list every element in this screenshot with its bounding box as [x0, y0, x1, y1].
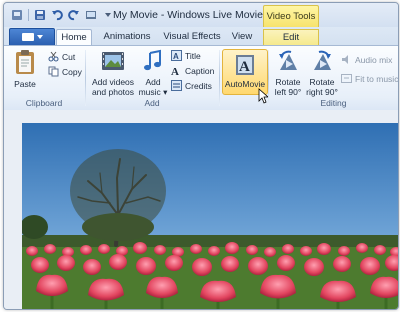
tulip-field-tree-photo [22, 123, 398, 309]
credits-icon [171, 80, 182, 91]
rotate-right-icon [314, 50, 331, 70]
add-group-label: Add [144, 98, 160, 108]
tab-view[interactable]: View [228, 29, 256, 45]
add-music-button[interactable]: Add music ▾ [138, 49, 168, 97]
editing-group-label: Editing [320, 98, 347, 108]
rotate-left-label-line1: Rotate [275, 77, 301, 87]
rotate-left-icon [279, 50, 297, 70]
tab-visual-effects[interactable]: Visual Effects [162, 29, 222, 45]
chevron-down-icon [36, 35, 43, 39]
fit-to-music-icon [341, 74, 352, 83]
cut-button[interactable]: Cut [48, 51, 75, 62]
film-photo-icon [102, 52, 124, 70]
add-music-label-line1: Add [145, 77, 161, 87]
fit-to-music-label: Fit to music [355, 73, 399, 84]
group-separator [219, 50, 220, 106]
copy-icon [48, 66, 59, 77]
audio-mix-button[interactable]: Audio mix [341, 54, 392, 65]
caption-icon: A [171, 66, 179, 76]
credits-label: Credits [185, 80, 212, 91]
add-music-label-line2: music ▾ [138, 87, 168, 97]
rotate-right-button[interactable]: Rotate right 90° [305, 49, 339, 97]
tab-home[interactable]: Home [56, 29, 92, 46]
file-menu-icon [21, 33, 34, 41]
svg-text:A: A [171, 66, 179, 76]
editing-group: Rotate left 90° Rotate right 90° Audio m… [269, 46, 398, 110]
file-menu-button[interactable] [9, 28, 55, 46]
paste-button[interactable]: Paste [10, 49, 40, 89]
clipboard-group: Paste Cut Copy Clipboard [4, 46, 84, 110]
svg-text:A: A [173, 52, 179, 61]
movie-maker-window: My Movie - Windows Live Movie Maker Vide… [3, 2, 399, 310]
music-note-icon [144, 49, 161, 71]
quick-access-toolbar [10, 8, 115, 22]
video-tools-context-title: Video Tools [263, 5, 319, 28]
rotate-right-label-line1: Rotate [309, 77, 335, 87]
title-button[interactable]: A Title [171, 50, 201, 61]
svg-text:A: A [239, 59, 250, 75]
add-videos-photos-button[interactable]: Add videos and photos [89, 49, 137, 97]
paste-icon [16, 50, 34, 74]
cut-label: Cut [62, 51, 76, 62]
credits-button[interactable]: Credits [171, 80, 212, 91]
ribbon: Paste Cut Copy Clipboard Add videos and … [4, 45, 398, 111]
tab-edit[interactable]: Edit [263, 29, 319, 46]
rotate-left-label-line2: left 90° [274, 87, 302, 97]
fit-to-music-button[interactable]: Fit to music [341, 73, 398, 84]
audio-mix-icon [342, 55, 348, 64]
audio-mix-label: Audio mix [355, 54, 393, 65]
add-videos-label-line1: Add videos [91, 77, 135, 87]
app-menu-icon[interactable] [10, 8, 24, 22]
title-icon: A [171, 50, 182, 61]
title-bar: My Movie - Windows Live Movie Maker Vide… [4, 3, 398, 28]
qat-separator [28, 9, 29, 21]
title-label: Title [185, 50, 201, 61]
copy-button[interactable]: Copy [48, 66, 82, 77]
tab-animations[interactable]: Animations [96, 29, 158, 45]
automovie-icon: A [236, 55, 254, 75]
preview-area [4, 110, 398, 309]
scissors-icon [48, 51, 59, 62]
undo-icon[interactable] [50, 8, 64, 22]
ribbon-tab-row: Home Animations Visual Effects View Edit [4, 27, 398, 46]
add-videos-label-line2: and photos [91, 87, 135, 97]
add-group: Add videos and photos Add music ▾ A Titl… [86, 46, 218, 110]
rotate-left-button[interactable]: Rotate left 90° [272, 49, 304, 97]
clipboard-group-label: Clipboard [25, 98, 63, 108]
redo-icon[interactable] [67, 8, 81, 22]
copy-label: Copy [62, 66, 82, 77]
video-preview-image[interactable] [22, 123, 398, 309]
view-icon[interactable] [84, 8, 98, 22]
save-icon[interactable] [33, 8, 47, 22]
caption-label: Caption [185, 65, 215, 76]
caption-button[interactable]: A Caption [171, 65, 215, 77]
paste-label: Paste [14, 79, 36, 89]
rotate-right-label-line2: right 90° [306, 87, 338, 97]
